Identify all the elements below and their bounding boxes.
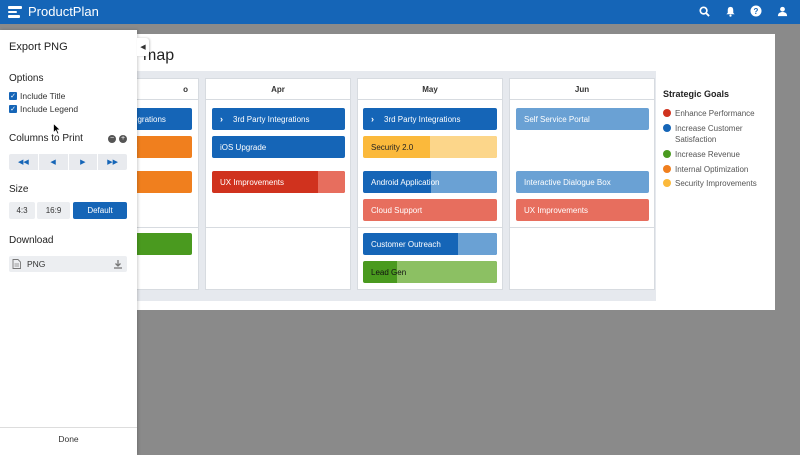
legend-dot [663,165,671,173]
roadmap-bar-customer-outreach[interactable]: Customer Outreach [363,233,497,255]
roadmap-bar-security-2[interactable]: Security 2.0 [363,136,497,158]
brand[interactable]: ProductPlan [8,4,99,19]
top-bar: ProductPlan ? [0,0,800,24]
size-16-9-button[interactable]: 16:9 [37,202,70,219]
roadmap-bar-lead-gen[interactable]: Lead Gen [363,261,497,283]
legend-item: Internal Optimization [663,164,763,175]
legend-item: Increase Revenue [663,149,763,160]
skip-forward-icon[interactable]: ▶▶ [98,154,127,170]
roadmap-bar-cloud-support[interactable]: Cloud Support [363,199,497,221]
legend-dot [663,150,671,158]
column-navigation: ◀◀ ◀ ▶ ▶▶ [9,154,127,170]
options-heading: Options [9,73,44,84]
download-icon[interactable] [113,259,123,269]
roadmap-bar-3rd-party-integrations[interactable]: › 3rd Party Integrations [212,108,345,130]
roadmap-bar-ux-improvements[interactable]: UX Improvements [516,199,649,221]
collapse-panel-tab[interactable]: ◀ [137,38,149,56]
size-heading: Size [9,184,29,195]
done-button[interactable]: Done [0,434,137,444]
download-heading: Download [9,235,54,246]
legend-item: Enhance Performance [663,108,763,119]
help-icon[interactable]: ? [748,3,764,19]
plus-circle-icon[interactable]: + [119,135,127,143]
legend-dot [663,179,671,187]
roadmap-bar-self-service-portal[interactable]: Self Service Portal [516,108,649,130]
minus-circle-icon[interactable]: − [108,135,116,143]
include-title-option[interactable]: ✓ Include Title [9,91,65,101]
svg-text:?: ? [754,7,759,16]
legend-item: Security Improvements [663,178,763,189]
export-panel: Export PNG Options ✓ Include Title ✓ Inc… [0,30,137,455]
step-back-icon[interactable]: ◀ [39,154,69,170]
productplan-logo-icon [8,5,22,18]
include-legend-option[interactable]: ✓ Include Legend [9,104,78,114]
chevron-right-icon: › [220,114,223,124]
legend-dot [663,124,671,132]
user-icon[interactable] [774,3,790,19]
brand-name: ProductPlan [28,4,99,19]
download-png-button[interactable]: PNG [9,256,127,272]
file-icon [12,259,21,269]
divider [0,427,137,428]
roadmap-bar-ux-improvements[interactable]: UX Improvements [212,171,345,193]
panel-title: Export PNG [9,41,68,53]
columns-heading: Columns to Print [9,133,83,144]
mouse-cursor-icon [53,123,61,135]
size-default-button[interactable]: Default [73,202,127,219]
search-icon[interactable] [696,3,712,19]
chevron-right-icon: › [371,114,374,124]
roadmap-bar-ios-upgrade[interactable]: iOS Upgrade [212,136,345,158]
skip-back-icon[interactable]: ◀◀ [9,154,39,170]
roadmap-bar-android-application[interactable]: Android Application [363,171,497,193]
month-header: Jun [510,79,654,100]
legend-title: Strategic Goals [663,89,730,99]
size-4-3-button[interactable]: 4:3 [9,202,35,219]
month-header: May [358,79,502,100]
bell-icon[interactable] [722,3,738,19]
roadmap-bar-3rd-party-integrations[interactable]: › 3rd Party Integrations [363,108,497,130]
roadmap-bar-interactive-dialogue-box[interactable]: Interactive Dialogue Box [516,171,649,193]
step-forward-icon[interactable]: ▶ [69,154,99,170]
checkbox-checked-icon[interactable]: ✓ [9,92,17,100]
month-header: Apr [206,79,350,100]
checkbox-checked-icon[interactable]: ✓ [9,105,17,113]
legend-item: Increase Customer Satisfaction [663,123,763,145]
chevron-left-icon: ◀ [140,44,146,51]
legend-dot [663,109,671,117]
